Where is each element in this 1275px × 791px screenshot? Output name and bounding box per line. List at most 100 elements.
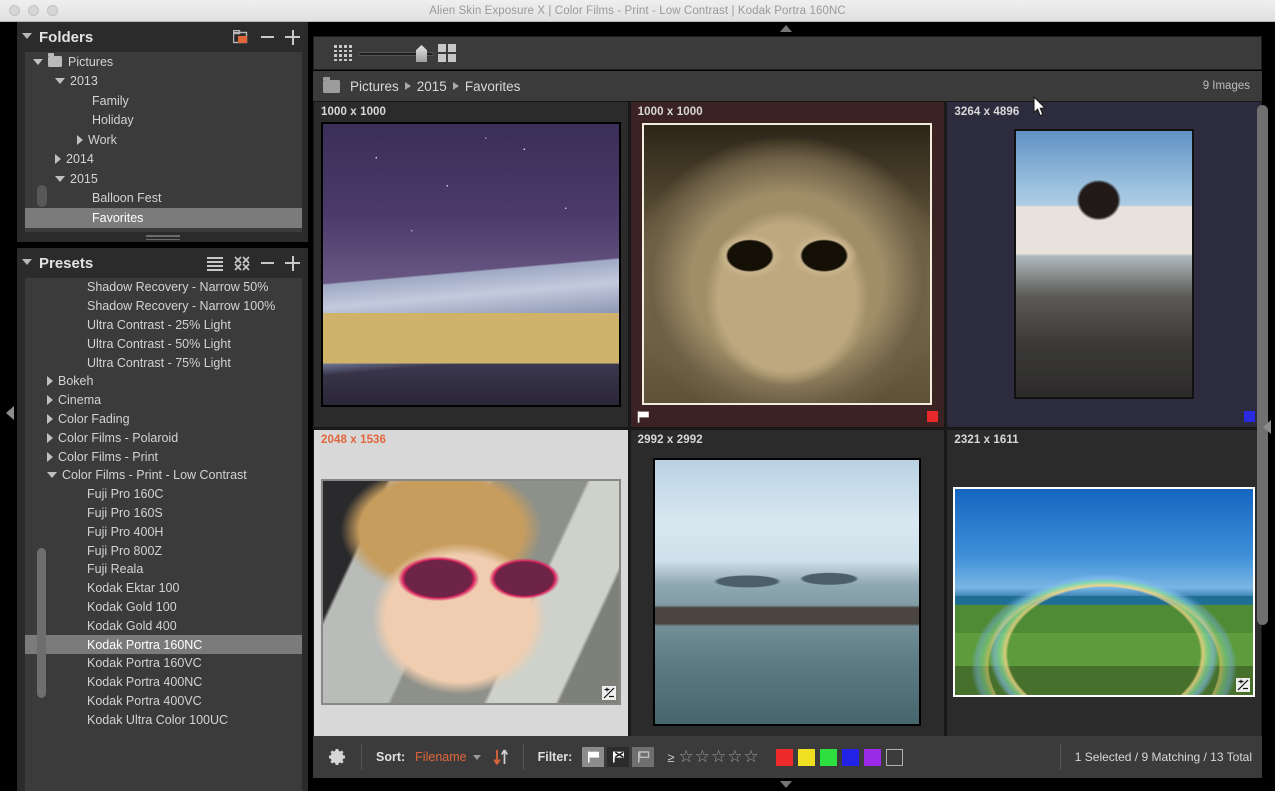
rating-filter[interactable]: ≥ ☆☆☆☆☆ (667, 747, 759, 767)
preset-item[interactable]: Kodak Ultra Color 100UC (25, 710, 302, 729)
chevron-down-icon[interactable] (473, 755, 481, 760)
remove-preset-button[interactable] (261, 262, 274, 264)
thumbnail-image[interactable] (1014, 129, 1194, 399)
folders-scrollbar-thumb[interactable] (37, 185, 47, 207)
preset-item[interactable]: Kodak Ektar 100 (25, 579, 302, 598)
chevron-down-icon[interactable] (55, 176, 65, 182)
color-label-filter-swatch[interactable] (864, 749, 881, 766)
list-view-icon[interactable] (207, 257, 223, 269)
folders-tree[interactable]: Pictures2013FamilyHolidayWork20142015Bal… (25, 52, 302, 232)
flagged-icon[interactable] (637, 410, 650, 422)
new-folder-icon[interactable] (233, 30, 250, 44)
presets-tree[interactable]: Shadow Recovery - Narrow 50%Shadow Recov… (25, 278, 302, 791)
preset-item[interactable]: Shadow Recovery - Narrow 50% (25, 278, 302, 297)
folder-tree-item[interactable]: Favorites (25, 208, 302, 228)
chevron-right-icon[interactable] (47, 433, 53, 443)
thumbnail-image[interactable] (653, 458, 921, 726)
chevron-right-icon[interactable] (47, 376, 53, 386)
folder-tree-item[interactable]: 2015 (25, 169, 302, 189)
folders-panel-resize-handle[interactable] (146, 235, 180, 240)
chevron-down-icon[interactable] (22, 33, 32, 39)
thumbnail-image[interactable] (642, 123, 932, 405)
folder-tree-item[interactable]: 2013 (25, 72, 302, 92)
folder-tree-item[interactable]: Family (25, 91, 302, 111)
small-thumbnails-icon[interactable] (334, 45, 352, 61)
preset-item[interactable]: Shadow Recovery - Narrow 100% (25, 297, 302, 316)
preset-item[interactable]: Kodak Portra 160VC (25, 654, 302, 673)
slider-thumb[interactable] (416, 45, 427, 62)
color-label-swatch[interactable] (927, 411, 938, 422)
thumbnail-image[interactable] (953, 487, 1255, 697)
preset-item[interactable]: Fuji Pro 160C (25, 485, 302, 504)
preset-item[interactable]: Ultra Contrast - 25% Light (25, 316, 302, 335)
thumbnail-size-slider[interactable] (358, 48, 434, 58)
folder-tree-item[interactable]: Work (25, 130, 302, 150)
breadcrumb[interactable]: Pictures 2015 Favorites (350, 79, 520, 94)
preset-item[interactable]: Fuji Reala (25, 560, 302, 579)
add-folder-button[interactable] (285, 30, 300, 45)
chevron-right-icon[interactable] (77, 135, 83, 145)
breadcrumb-item-0[interactable]: Pictures (350, 79, 399, 94)
preset-item[interactable]: Kodak Gold 100 (25, 598, 302, 617)
settings-gear-icon[interactable] (327, 747, 347, 767)
breadcrumb-item-2[interactable]: Favorites (465, 79, 521, 94)
color-label-swatch[interactable] (1244, 411, 1255, 422)
preset-item[interactable]: Kodak Gold 400 (25, 616, 302, 635)
thumbnail-cell[interactable]: 1000 x 1000 (313, 101, 629, 428)
thumbnail-image[interactable] (321, 122, 621, 407)
remove-folder-button[interactable] (261, 36, 274, 38)
preset-item[interactable]: Color Fading (25, 410, 302, 429)
color-label-filter-swatch[interactable] (798, 749, 815, 766)
chevron-right-icon[interactable] (55, 154, 61, 164)
preset-item[interactable]: Color Films - Polaroid (25, 428, 302, 447)
preset-item[interactable]: Color Films - Print (25, 447, 302, 466)
thumbnail-cell[interactable]: 2992 x 2992★★★☆☆ (630, 429, 946, 756)
thumbnail-cell[interactable]: 1000 x 1000 (630, 101, 946, 428)
rejected-icon[interactable] (607, 747, 629, 767)
chevron-down-icon[interactable] (33, 59, 43, 65)
collapse-left-panel-button[interactable] (3, 402, 17, 424)
folder-tree-item[interactable]: Pictures (25, 52, 302, 72)
sort-value[interactable]: Filename (415, 750, 466, 764)
preset-item[interactable]: Fuji Pro 160S (25, 504, 302, 523)
preset-item[interactable]: Bokeh (25, 372, 302, 391)
preset-item[interactable]: Fuji Pro 400H (25, 522, 302, 541)
large-thumbnails-icon[interactable] (438, 44, 456, 62)
bottom-panel-toggle[interactable] (310, 778, 1262, 791)
preset-item[interactable]: Ultra Contrast - 75% Light (25, 353, 302, 372)
top-panel-toggle[interactable] (310, 22, 1262, 35)
chevron-down-icon[interactable] (55, 78, 65, 84)
chevron-down-icon[interactable] (47, 472, 57, 478)
color-label-filter-swatch[interactable] (842, 749, 859, 766)
thumbnail-cell[interactable]: 2321 x 1611★★★★★ (946, 429, 1262, 756)
preset-item[interactable]: Kodak Portra 160NC (25, 635, 302, 654)
folder-tree-item[interactable]: 2014 (25, 150, 302, 170)
preset-item[interactable]: Kodak Portra 400VC (25, 692, 302, 711)
preset-item[interactable]: Color Films - Print - Low Contrast (25, 466, 302, 485)
color-label-filter[interactable] (776, 749, 908, 766)
folder-tree-item[interactable]: Holiday (25, 111, 302, 131)
folder-tree-item[interactable]: Balloon Fest (25, 189, 302, 209)
rating-filter-stars[interactable]: ☆☆☆☆☆ (678, 747, 759, 767)
breadcrumb-item-1[interactable]: 2015 (417, 79, 447, 94)
presets-scrollbar-thumb[interactable] (37, 548, 46, 698)
color-label-filter-swatch[interactable] (886, 749, 903, 766)
flagged-icon[interactable] (582, 747, 604, 767)
chevron-right-icon[interactable] (47, 395, 53, 405)
collapse-all-icon[interactable] (234, 256, 250, 271)
add-preset-button[interactable] (285, 256, 300, 271)
grid-scrollbar-thumb[interactable] (1257, 105, 1268, 625)
color-label-filter-swatch[interactable] (820, 749, 837, 766)
preset-item[interactable]: Cinema (25, 391, 302, 410)
preset-item[interactable]: Kodak Portra 400NC (25, 673, 302, 692)
chevron-right-icon[interactable] (47, 452, 53, 462)
thumbnail-grid[interactable]: 1000 x 10001000 x 10003264 x 48962048 x … (313, 101, 1262, 755)
chevron-down-icon[interactable] (22, 259, 32, 265)
thumbnail-image[interactable] (321, 479, 621, 705)
preset-item[interactable]: Fuji Pro 800Z (25, 541, 302, 560)
unflagged-icon[interactable] (632, 747, 654, 767)
preset-item[interactable]: Ultra Contrast - 50% Light (25, 334, 302, 353)
collapse-right-panel-button[interactable] (1261, 417, 1273, 437)
sort-direction-icon[interactable] (493, 748, 509, 766)
thumbnail-cell-selected[interactable]: 2048 x 1536★★★★☆ (313, 429, 629, 756)
